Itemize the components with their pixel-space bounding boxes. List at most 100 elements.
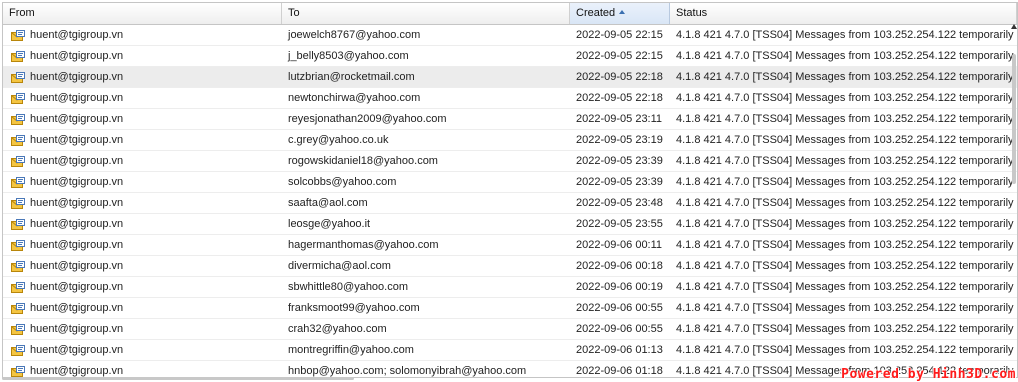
cell-status: 4.1.8 421 4.7.0 [TSS04] Messages from 10…	[676, 176, 1014, 188]
table-row[interactable]: huent@tgigroup.vn crah32@yahoo.com 2022-09…	[3, 319, 1017, 340]
cell-to: divermicha@aol.com	[288, 260, 391, 272]
cell-from: huent@tgigroup.vn	[3, 151, 282, 171]
cell-to: j_belly8503@yahoo.com	[288, 50, 409, 62]
cell-from: huent@tgigroup.vn	[3, 130, 282, 150]
cell-status: 4.1.8 421 4.7.0 [TSS04] Messages from 10…	[676, 239, 1014, 251]
mail-envelope-icon	[11, 29, 25, 41]
cell-from: huent@tgigroup.vn	[3, 256, 282, 276]
mail-envelope-icon	[11, 92, 25, 104]
column-header-to[interactable]: To	[282, 3, 570, 24]
column-header-created[interactable]: Created	[570, 3, 670, 24]
cell-to: crah32@yahoo.com	[288, 323, 387, 335]
cell-created: 2022-09-05 22:15	[576, 50, 663, 62]
cell-status: 4.1.8 421 4.7.0 [TSS04] Messages from 10…	[676, 113, 1014, 125]
cell-from: huent@tgigroup.vn	[3, 46, 282, 66]
cell-status: 4.1.8 421 4.7.0 [TSS04] Messages from 10…	[676, 71, 1014, 83]
table-row[interactable]: huent@tgigroup.vn reyesjonathan2009@yahoo…	[3, 109, 1017, 130]
cell-status: 4.1.8 421 4.7.0 [TSS04] Messages from 10…	[676, 218, 1014, 230]
table-row[interactable]: huent@tgigroup.vn divermicha@aol.com 2022-…	[3, 256, 1017, 277]
cell-from: huent@tgigroup.vn	[3, 193, 282, 213]
grid-body: huent@tgigroup.vn joewelch8767@yahoo.com 2…	[3, 25, 1017, 377]
table-row[interactable]: huent@tgigroup.vn rogowskidaniel18@yahoo.…	[3, 151, 1017, 172]
sort-ascending-icon	[619, 10, 626, 15]
mail-envelope-icon	[11, 155, 25, 167]
watermark: Powered by Hinh3D.com	[841, 367, 1016, 382]
table-row[interactable]: huent@tgigroup.vn montregriffin@yahoo.com…	[3, 340, 1017, 361]
cell-created: 2022-09-05 22:18	[576, 71, 663, 83]
cell-from-text: huent@tgigroup.vn	[30, 260, 124, 272]
cell-to: lutzbrian@rocketmail.com	[288, 71, 415, 83]
cell-created: 2022-09-06 00:18	[576, 260, 663, 272]
vertical-scrollbar[interactable]	[1011, 24, 1017, 354]
cell-from: huent@tgigroup.vn	[3, 340, 282, 360]
column-header-label: From	[9, 7, 35, 19]
cell-status: 4.1.8 421 4.7.0 [TSS04] Messages from 10…	[676, 29, 1014, 41]
mail-envelope-icon	[11, 281, 25, 293]
column-header-from[interactable]: From	[3, 3, 282, 24]
cell-from: huent@tgigroup.vn	[3, 88, 282, 108]
cell-status: 4.1.8 421 4.7.0 [TSS04] Messages from 10…	[676, 302, 1014, 314]
mail-envelope-icon	[11, 197, 25, 209]
mail-envelope-icon	[11, 218, 25, 230]
cell-from-text: huent@tgigroup.vn	[30, 92, 124, 104]
cell-created: 2022-09-05 23:48	[576, 197, 663, 209]
table-row[interactable]: huent@tgigroup.vn c.grey@yahoo.co.uk 2022-…	[3, 130, 1017, 151]
mail-envelope-icon	[11, 50, 25, 62]
table-row[interactable]: huent@tgigroup.vn leosge@yahoo.it 2022-09-…	[3, 214, 1017, 235]
cell-to: saafta@aol.com	[288, 197, 368, 209]
cell-to: solcobbs@yahoo.com	[288, 176, 397, 188]
cell-created: 2022-09-05 23:11	[576, 113, 663, 125]
cell-created: 2022-09-05 23:39	[576, 155, 663, 167]
cell-from-text: huent@tgigroup.vn	[30, 197, 124, 209]
table-row[interactable]: huent@tgigroup.vn newtonchirwa@yahoo.com 2…	[3, 88, 1017, 109]
table-row[interactable]: huent@tgigroup.vn lutzbrian@rocketmail.co…	[3, 67, 1017, 88]
cell-created: 2022-09-05 22:15	[576, 29, 663, 41]
cell-to: sbwhittle80@yahoo.com	[288, 281, 409, 293]
cell-from-text: huent@tgigroup.vn	[30, 218, 124, 230]
column-header-label: Status	[676, 7, 708, 19]
cell-from: huent@tgigroup.vn	[3, 67, 282, 87]
cell-created: 2022-09-06 00:55	[576, 302, 663, 314]
cell-status: 4.1.8 421 4.7.0 [TSS04] Messages from 10…	[676, 260, 1014, 272]
cell-from-text: huent@tgigroup.vn	[30, 176, 124, 188]
scroll-up-arrow-icon[interactable]	[1011, 24, 1017, 29]
table-row[interactable]: huent@tgigroup.vn j_belly8503@yahoo.com 20…	[3, 46, 1017, 67]
mail-envelope-icon	[11, 365, 25, 377]
cell-status: 4.1.8 421 4.7.0 [TSS04] Messages from 10…	[676, 155, 1014, 167]
table-row[interactable]: huent@tgigroup.vn sbwhittle80@yahoo.com 20…	[3, 277, 1017, 298]
scrollbar-thumb[interactable]	[1012, 54, 1016, 184]
cell-created: 2022-09-06 00:19	[576, 281, 663, 293]
mail-envelope-icon	[11, 176, 25, 188]
cell-to: leosge@yahoo.it	[288, 218, 371, 230]
cell-to: joewelch8767@yahoo.com	[288, 29, 421, 41]
mail-envelope-icon	[11, 71, 25, 83]
cell-created: 2022-09-05 23:19	[576, 134, 663, 146]
cell-created: 2022-09-05 23:39	[576, 176, 663, 188]
cell-status: 4.1.8 421 4.7.0 [TSS04] Messages from 10…	[676, 323, 1014, 335]
cell-created: 2022-09-06 00:11	[576, 239, 663, 251]
mail-envelope-icon	[11, 344, 25, 356]
cell-from-text: huent@tgigroup.vn	[30, 323, 124, 335]
table-row[interactable]: huent@tgigroup.vn solcobbs@yahoo.com 2022-…	[3, 172, 1017, 193]
cell-status: 4.1.8 421 4.7.0 [TSS04] Messages from 10…	[676, 50, 1014, 62]
cell-from: huent@tgigroup.vn	[3, 298, 282, 318]
table-row[interactable]: huent@tgigroup.vn franksmoot99@yahoo.com 2…	[3, 298, 1017, 319]
table-row[interactable]: huent@tgigroup.vn saafta@aol.com 2022-09-0…	[3, 193, 1017, 214]
cell-to: franksmoot99@yahoo.com	[288, 302, 420, 314]
table-row[interactable]: huent@tgigroup.vn hagermanthomas@yahoo.co…	[3, 235, 1017, 256]
cell-to: reyesjonathan2009@yahoo.com	[288, 113, 447, 125]
cell-created: 2022-09-06 01:18	[576, 365, 663, 377]
cell-status: 4.1.8 421 4.7.0 [TSS04] Messages from 10…	[676, 344, 1014, 356]
table-row[interactable]: huent@tgigroup.vn joewelch8767@yahoo.com 2…	[3, 25, 1017, 46]
cell-created: 2022-09-05 23:55	[576, 218, 663, 230]
cell-from-text: huent@tgigroup.vn	[30, 302, 124, 314]
cell-created: 2022-09-06 01:13	[576, 344, 663, 356]
mail-envelope-icon	[11, 113, 25, 125]
cell-from: huent@tgigroup.vn	[3, 235, 282, 255]
column-header-status[interactable]: Status	[670, 3, 1017, 24]
cell-from: huent@tgigroup.vn	[3, 319, 282, 339]
horizontal-scrollbar[interactable]	[2, 377, 354, 380]
cell-from-text: huent@tgigroup.vn	[30, 71, 124, 83]
cell-from: huent@tgigroup.vn	[3, 172, 282, 192]
mail-envelope-icon	[11, 260, 25, 272]
